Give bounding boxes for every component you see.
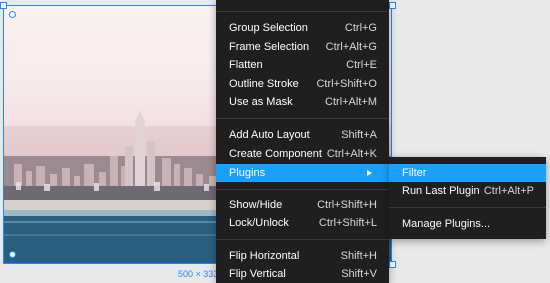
menu-item-label: Show/Hide (229, 199, 283, 211)
menu-divider (216, 118, 389, 119)
menu-item-label: Flatten (229, 59, 263, 71)
resize-handle-bottom-right[interactable] (389, 261, 396, 268)
menu-divider (216, 189, 389, 190)
menu-item-label: Lock/Unlock (229, 217, 289, 229)
menu-item-label: Flip Vertical (229, 268, 286, 280)
menu-item-outline-stroke[interactable]: Outline Stroke Ctrl+Shift+O (216, 75, 389, 93)
context-menu: Group Selection Ctrl+G Frame Selection C… (216, 0, 389, 283)
menu-item-shortcut: Ctrl+E (346, 59, 377, 71)
menu-item-label: Add Auto Layout (229, 129, 310, 141)
menu-divider (216, 11, 389, 12)
menu-item-flatten[interactable]: Flatten Ctrl+E (216, 56, 389, 74)
menu-item-label: Filter (402, 167, 427, 179)
menu-item-label: Outline Stroke (229, 78, 299, 90)
menu-item-shortcut: Shift+V (341, 268, 377, 280)
plugins-submenu: Filter Run Last Plugin Ctrl+Alt+P Manage… (389, 157, 546, 239)
menu-item-shortcut: Shift+H (340, 250, 377, 262)
menu-item-plugins[interactable]: Plugins (216, 164, 389, 182)
menu-item-label: Frame Selection (229, 41, 310, 53)
submenu-item-run-last-plugin[interactable]: Run Last Plugin Ctrl+Alt+P (389, 182, 546, 200)
menu-item-shortcut: Ctrl+Alt+K (326, 148, 377, 160)
menu-divider (216, 239, 389, 240)
menu-item-shortcut: Ctrl+Alt+P (483, 185, 534, 197)
submenu-item-filter[interactable]: Filter (389, 164, 546, 182)
corner-radius-handle-bottom[interactable] (9, 251, 16, 258)
menu-item-label: Create Component (229, 148, 322, 160)
resize-handle-top-right[interactable] (389, 2, 396, 9)
menu-item-label: Flip Horizontal (229, 250, 300, 262)
menu-divider (389, 207, 546, 208)
menu-item-create-component[interactable]: Create Component Ctrl+Alt+K (216, 145, 389, 163)
menu-item-shortcut: Ctrl+G (344, 22, 377, 34)
menu-item-label: Use as Mask (229, 96, 293, 108)
menu-item-label: Run Last Plugin (402, 185, 480, 197)
menu-item-label: Manage Plugins... (402, 218, 491, 230)
menu-item-shortcut: Ctrl+Shift+H (317, 199, 377, 211)
menu-item-shortcut: Ctrl+Alt+G (325, 41, 377, 53)
resize-handle-top-left[interactable] (0, 2, 7, 9)
menu-item-flip-vertical[interactable]: Flip Vertical Shift+V (216, 265, 389, 283)
menu-item-add-auto-layout[interactable]: Add Auto Layout Shift+A (216, 126, 389, 144)
menu-item-shortcut: Shift+A (341, 129, 377, 141)
menu-item-lock-unlock[interactable]: Lock/Unlock Ctrl+Shift+L (216, 214, 389, 232)
menu-item-show-hide[interactable]: Show/Hide Ctrl+Shift+H (216, 196, 389, 214)
menu-item-frame-selection[interactable]: Frame Selection Ctrl+Alt+G (216, 38, 389, 56)
menu-item-label: Plugins (229, 167, 266, 179)
submenu-item-manage-plugins[interactable]: Manage Plugins... (389, 215, 546, 233)
dimensions-label: 500 × 333 (178, 269, 219, 279)
menu-item-use-as-mask[interactable]: Use as Mask Ctrl+Alt+M (216, 93, 389, 111)
menu-item-shortcut: Ctrl+Shift+O (316, 78, 377, 90)
menu-item-flip-horizontal[interactable]: Flip Horizontal Shift+H (216, 247, 389, 265)
corner-radius-handle[interactable] (9, 11, 16, 18)
menu-item-label: Group Selection (229, 22, 308, 34)
submenu-arrow-icon (367, 170, 372, 176)
menu-item-group-selection[interactable]: Group Selection Ctrl+G (216, 19, 389, 37)
menu-item-shortcut: Ctrl+Shift+L (318, 217, 377, 229)
menu-item-shortcut: Ctrl+Alt+M (325, 96, 377, 108)
